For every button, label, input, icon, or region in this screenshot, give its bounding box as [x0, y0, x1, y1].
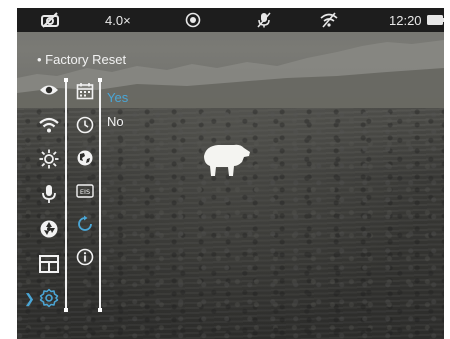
globe-icon[interactable] [75, 148, 95, 168]
recording-mode-icon [185, 8, 201, 32]
bracket-end-dot [64, 78, 68, 82]
eye-icon[interactable] [37, 79, 61, 101]
mic-off-icon [257, 8, 271, 32]
bracket-end-dot [98, 78, 102, 82]
thermal-view: 4.0× 12:20 • Factory Reset ❯ EIS Yes No [17, 8, 444, 339]
menu-title: • Factory Reset [37, 52, 127, 67]
treeline [17, 40, 444, 118]
battery-icon [427, 8, 444, 32]
option-yes[interactable]: Yes [107, 90, 128, 105]
eis-label: EIS [80, 188, 90, 196]
wifi-icon[interactable] [37, 114, 61, 136]
bracket-end-dot [64, 308, 68, 312]
eis-icon[interactable]: EIS [75, 181, 95, 201]
brightness-icon[interactable] [37, 148, 61, 170]
info-icon[interactable] [75, 247, 95, 267]
microphone-icon[interactable] [37, 183, 61, 205]
bracket-right [99, 80, 101, 310]
status-bar: 4.0× 12:20 [17, 8, 444, 32]
zoom-level: 4.0× [105, 12, 131, 28]
shutter-icon[interactable] [37, 218, 61, 240]
clock-icon[interactable] [75, 115, 95, 135]
settings-icon[interactable] [37, 287, 61, 309]
bracket-left [65, 80, 67, 310]
wifi-off-icon [320, 8, 338, 32]
layout-icon[interactable] [37, 253, 61, 275]
option-no[interactable]: No [107, 114, 124, 129]
camera-off-icon [41, 8, 59, 32]
selection-arrow-icon: ❯ [24, 291, 35, 306]
bracket-end-dot [98, 308, 102, 312]
reset-icon[interactable] [75, 214, 95, 234]
calendar-icon[interactable] [75, 81, 95, 101]
clock-time: 12:20 [389, 12, 422, 28]
boar-heat-signature [204, 144, 250, 176]
